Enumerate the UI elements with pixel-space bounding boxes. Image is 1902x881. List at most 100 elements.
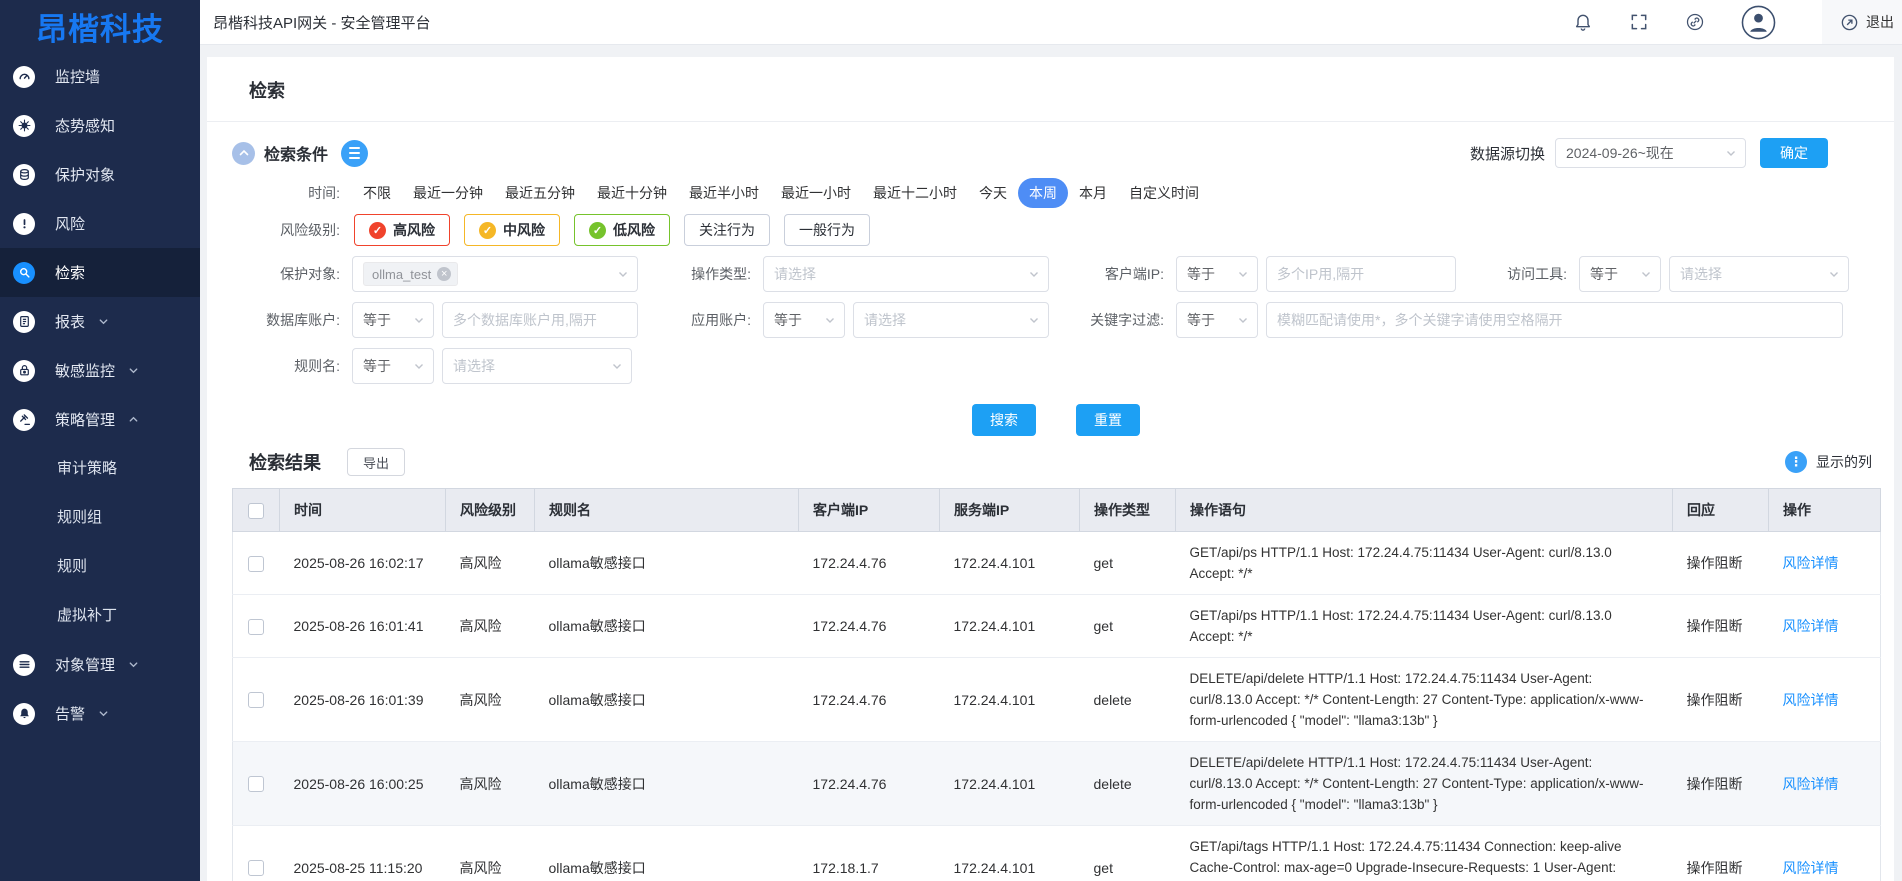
results-header-row: 时间风险级别规则名客户端IP服务端IP操作类型操作语句回应操作 <box>233 489 1881 532</box>
topbar: 昂楷科技API网关 - 安全管理平台 退出 <box>200 0 1902 45</box>
keyword-input[interactable] <box>1266 302 1843 338</box>
app-account-label: 应用账户: <box>638 310 763 330</box>
logout-arrow-icon <box>1840 13 1859 32</box>
time-option[interactable]: 不限 <box>352 178 402 208</box>
cell-statement: GET/api/ps HTTP/1.1 Host: 172.24.4.75:11… <box>1176 595 1673 658</box>
risk-level-label: 风险级别: <box>232 220 340 240</box>
field-client-ip: 客户端IP: 等于 <box>1049 256 1456 292</box>
sidebar-item-search[interactable]: 检索 <box>0 248 200 297</box>
app-account-select[interactable]: 请选择 <box>853 302 1049 338</box>
sidebar-item-situation-awareness[interactable]: 态势感知 <box>0 101 200 150</box>
time-option[interactable]: 今天 <box>968 178 1018 208</box>
sidebar-item-label: 检索 <box>55 262 85 283</box>
time-filter-row: 时间: 不限最近一分钟最近五分钟最近十分钟最近半小时最近一小时最近十二小时今天本… <box>232 178 1880 208</box>
search-card: 检索 检索条件 数据源切换 2024-09-26~现在 <box>207 57 1894 881</box>
sidebar-subitem-virtual-patch[interactable]: 虚拟补丁 <box>0 591 200 640</box>
sidebar-item-reports[interactable]: 报表 <box>0 297 200 346</box>
collapse-chevron-up-icon[interactable] <box>232 142 255 165</box>
time-option[interactable]: 最近十二小时 <box>862 178 968 208</box>
check-circle-icon: ✓ <box>479 222 496 239</box>
datasource-select[interactable]: 2024-09-26~现在 <box>1555 138 1746 168</box>
field-app-account: 应用账户: 等于 请选择 <box>638 302 1049 338</box>
time-option[interactable]: 最近十分钟 <box>586 178 678 208</box>
time-option[interactable]: 最近五分钟 <box>494 178 586 208</box>
risk-option-button[interactable]: ✓低风险 <box>574 214 670 246</box>
keyword-operator-select[interactable]: 等于 <box>1176 302 1258 338</box>
app-account-operator-select[interactable]: 等于 <box>763 302 845 338</box>
risk-detail-link[interactable]: 风险详情 <box>1783 776 1839 792</box>
columns-toggle[interactable]: ⋮ 显示的列 <box>1785 451 1872 473</box>
sidebar-subitem-rule[interactable]: 规则 <box>0 542 200 591</box>
db-account-operator-select[interactable]: 等于 <box>352 302 434 338</box>
sidebar-subitem-audit-policy[interactable]: 审计策略 <box>0 444 200 493</box>
time-option[interactable]: 本月 <box>1068 178 1118 208</box>
sidebar-item-risk[interactable]: 风险 <box>0 199 200 248</box>
search-button[interactable]: 搜索 <box>972 404 1036 436</box>
cell-server-ip: 172.24.4.101 <box>940 826 1080 881</box>
sidebar-item-policy-management[interactable]: 策略管理 <box>0 395 200 444</box>
time-option[interactable]: 本周 <box>1018 178 1068 208</box>
cell-time: 2025-08-26 16:00:25 <box>280 742 446 826</box>
time-option[interactable]: 最近一小时 <box>770 178 862 208</box>
risk-detail-link[interactable]: 风险详情 <box>1783 618 1839 634</box>
main-area: 昂楷科技API网关 - 安全管理平台 退出 <box>200 0 1902 881</box>
sidebar-subitem-rule-group[interactable]: 规则组 <box>0 493 200 542</box>
cell-server-ip: 172.24.4.101 <box>940 595 1080 658</box>
rule-name-operator-select[interactable]: 等于 <box>352 348 434 384</box>
access-tool-select[interactable]: 请选择 <box>1669 256 1849 292</box>
export-button[interactable]: 导出 <box>347 448 405 476</box>
client-ip-input[interactable] <box>1266 256 1456 292</box>
operator-value: 等于 <box>1187 264 1215 284</box>
reset-button[interactable]: 重置 <box>1076 404 1140 436</box>
time-option[interactable]: 自定义时间 <box>1118 178 1210 208</box>
time-option[interactable]: 最近半小时 <box>678 178 770 208</box>
link-icon[interactable] <box>1685 12 1705 32</box>
cell-server-ip: 172.24.4.101 <box>940 658 1080 742</box>
results-table-wrap: 时间风险级别规则名客户端IP服务端IP操作类型操作语句回应操作 2025-08-… <box>232 488 1880 881</box>
risk-option-label: 一般行为 <box>799 220 855 240</box>
protected-object-label: 保护对象: <box>232 264 352 284</box>
protected-object-select[interactable]: ollma_test × <box>352 256 638 292</box>
risk-option-label: 关注行为 <box>699 220 755 240</box>
row-checkbox[interactable] <box>248 556 264 572</box>
risk-option-button[interactable]: 关注行为 <box>684 214 770 246</box>
sidebar-nav: 监控墙态势感知保护对象风险检索报表敏感监控策略管理审计策略规则组规则虚拟补丁对象… <box>0 52 200 738</box>
confirm-button[interactable]: 确定 <box>1760 138 1828 168</box>
logout-button[interactable]: 退出 <box>1822 0 1902 44</box>
sidebar-item-protected-objects[interactable]: 保护对象 <box>0 150 200 199</box>
risk-option-button[interactable]: ✓高风险 <box>354 214 450 246</box>
risk-option-button[interactable]: 一般行为 <box>784 214 870 246</box>
report-icon <box>13 311 35 333</box>
row-checkbox[interactable] <box>248 619 264 635</box>
sidebar-item-monitor-wall[interactable]: 监控墙 <box>0 52 200 101</box>
risk-detail-link[interactable]: 风险详情 <box>1783 860 1839 876</box>
time-option[interactable]: 最近一分钟 <box>402 178 494 208</box>
sidebar-item-object-management[interactable]: 对象管理 <box>0 640 200 689</box>
column-header: 回应 <box>1673 489 1769 532</box>
page-title: 检索 <box>249 77 1880 103</box>
client-ip-operator-select[interactable]: 等于 <box>1176 256 1258 292</box>
access-tool-operator-select[interactable]: 等于 <box>1579 256 1661 292</box>
fullscreen-icon[interactable] <box>1629 12 1649 32</box>
row-checkbox[interactable] <box>248 776 264 792</box>
risk-detail-link[interactable]: 风险详情 <box>1783 555 1839 571</box>
select-all-header <box>233 489 280 532</box>
select-all-checkbox[interactable] <box>248 503 264 519</box>
row-checkbox[interactable] <box>248 860 264 876</box>
avatar[interactable] <box>1741 5 1776 40</box>
cell-time: 2025-08-26 16:02:17 <box>280 532 446 595</box>
column-header: 服务端IP <box>940 489 1080 532</box>
sidebar-item-label: 告警 <box>55 703 85 724</box>
notification-bell-icon[interactable] <box>1573 12 1593 32</box>
risk-option-button[interactable]: ✓中风险 <box>464 214 560 246</box>
tag-close-icon[interactable]: × <box>437 267 451 281</box>
db-account-input[interactable] <box>442 302 638 338</box>
sidebar-item-alerts[interactable]: 告警 <box>0 689 200 738</box>
risk-detail-link[interactable]: 风险详情 <box>1783 692 1839 708</box>
rule-name-select[interactable]: 请选择 <box>442 348 632 384</box>
operation-type-select[interactable]: 请选择 <box>763 256 1049 292</box>
row-checkbox[interactable] <box>248 692 264 708</box>
sidebar-item-sensitive-monitor[interactable]: 敏感监控 <box>0 346 200 395</box>
cell-rule-name: ollama敏感接口 <box>535 742 799 826</box>
condition-menu-icon[interactable] <box>341 140 368 167</box>
